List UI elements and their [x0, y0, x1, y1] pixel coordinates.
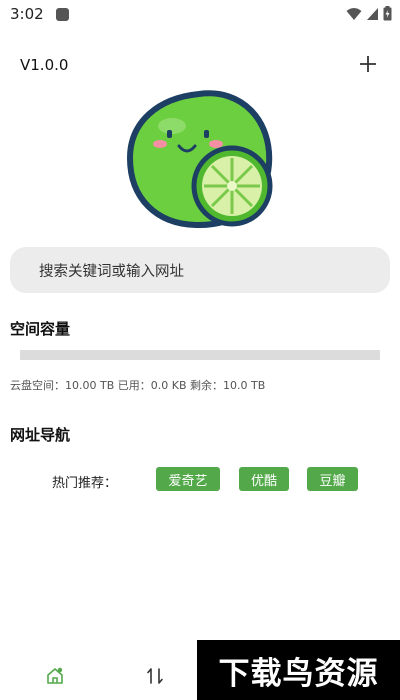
hot-recommend-label: 热门推荐：	[52, 476, 118, 491]
nav-title: 网址导航	[10, 426, 71, 444]
capacity-info: 云盘空间：10.00 TB 已用：0.0 KB 剩余：10.0 TB	[10, 379, 266, 392]
home-icon[interactable]	[45, 666, 65, 686]
status-time: 3:02	[10, 5, 44, 23]
search-placeholder: 搜索关键词或输入网址	[39, 263, 184, 280]
capacity-title: 空间容量	[10, 320, 71, 338]
lime-mascot-logo	[126, 90, 273, 229]
tag-iqiyi[interactable]: 爱奇艺	[156, 467, 220, 491]
search-input[interactable]: 搜索关键词或输入网址	[10, 247, 390, 293]
watermark: 下载鸟资源	[197, 640, 400, 700]
signal-icon	[367, 7, 378, 20]
tag-douban[interactable]: 豆瓣	[307, 467, 358, 491]
capacity-progress-bar	[20, 350, 380, 360]
tag-youku[interactable]: 优酷	[239, 467, 289, 491]
status-bar: 3:02	[0, 0, 400, 28]
transfer-icon[interactable]	[145, 666, 165, 686]
battery-icon	[383, 6, 392, 21]
plus-icon[interactable]	[356, 52, 380, 76]
app-notification-icon	[55, 7, 69, 21]
app-version: V1.0.0	[20, 56, 69, 74]
wifi-icon	[346, 7, 362, 20]
status-icons	[346, 6, 392, 21]
